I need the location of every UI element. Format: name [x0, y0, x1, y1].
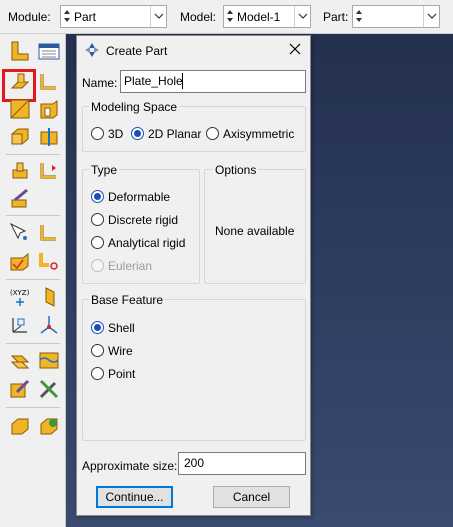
datum-xyz-icon[interactable]: (XYZ) — [7, 284, 33, 310]
chevron-down-icon[interactable] — [150, 6, 166, 27]
radio-3d-label: 3D — [108, 127, 124, 141]
chevron-down-icon[interactable] — [294, 6, 310, 27]
modeling-space-title: Modeling Space — [89, 100, 180, 114]
radio-circle[interactable] — [91, 127, 104, 140]
toolbox-separator — [6, 154, 60, 155]
part-label: Part: — [323, 10, 349, 24]
query-select-icon[interactable] — [7, 220, 33, 246]
edit-feature-icon[interactable] — [7, 186, 33, 212]
name-input[interactable]: Plate_Hole — [120, 70, 306, 93]
radio-circle[interactable] — [91, 236, 104, 249]
base-feature-title: Base Feature — [89, 293, 166, 307]
radio-circle[interactable] — [206, 127, 219, 140]
text-caret — [182, 73, 183, 89]
tools-icon[interactable] — [36, 376, 62, 402]
radio-3d[interactable]: 3D — [91, 126, 131, 142]
abaqus-icon — [85, 43, 99, 60]
radio-axisymmetric-label: Axisymmetric — [223, 127, 295, 141]
datum-point-icon[interactable] — [7, 158, 33, 184]
edit-icon[interactable] — [7, 376, 33, 402]
radio-circle-disabled — [91, 259, 104, 272]
shell-planar-icon[interactable] — [7, 96, 33, 122]
datum-axis-icon[interactable] — [36, 158, 62, 184]
model-spin-icon[interactable] — [226, 9, 234, 24]
virtual-topology-icon[interactable] — [36, 348, 62, 374]
dialog-title: Create Part — [106, 44, 168, 58]
module-value: Part — [74, 10, 97, 24]
radio-circle[interactable] — [91, 213, 104, 226]
options-title: Options — [213, 163, 259, 177]
radio-shell[interactable]: Shell — [91, 320, 191, 336]
toolbox: (XYZ) — [0, 34, 66, 527]
part-combo[interactable] — [352, 5, 440, 28]
part-spin-icon[interactable] — [355, 9, 363, 24]
radio-shell-label: Shell — [108, 321, 135, 335]
radio-analytical-rigid[interactable]: Analytical rigid — [91, 235, 196, 251]
radio-eulerian-label: Eulerian — [108, 259, 153, 273]
part-manager-icon[interactable] — [36, 38, 62, 64]
dialog-title-bar[interactable]: Create Part — [77, 36, 310, 64]
radio-wire[interactable]: Wire — [91, 343, 191, 359]
radio-circle-selected[interactable] — [91, 190, 104, 203]
solid-extrude-icon[interactable] — [7, 68, 33, 94]
create-wire-icon[interactable] — [36, 220, 62, 246]
radio-discrete-rigid-label: Discrete rigid — [108, 213, 179, 227]
approx-size-input[interactable]: 200 — [178, 452, 306, 475]
toolbox-separator — [6, 279, 60, 280]
toolbox-separator — [6, 215, 60, 216]
geometry-edit-icon[interactable] — [7, 412, 33, 438]
radio-analytical-rigid-label: Analytical rigid — [108, 236, 186, 250]
chevron-down-icon[interactable] — [423, 6, 439, 27]
radio-point[interactable]: Point — [91, 366, 191, 382]
toolbox-separator — [6, 343, 60, 344]
radio-deformable[interactable]: Deformable — [91, 189, 196, 205]
radio-axisymmetric[interactable]: Axisymmetric — [206, 126, 302, 142]
radio-discrete-rigid[interactable]: Discrete rigid — [91, 212, 196, 228]
create-part-dialog: Create Part Name: Plate_Hole Modeling Sp… — [76, 35, 311, 516]
cancel-button[interactable]: Cancel — [213, 486, 290, 508]
datum-axes-icon[interactable] — [36, 312, 62, 338]
module-spin-icon[interactable] — [63, 9, 71, 24]
context-bar: Module: Part Model: Model-1 Part: — [0, 0, 453, 34]
shell-extrude-icon[interactable] — [36, 96, 62, 122]
radio-point-label: Point — [108, 367, 136, 381]
solid-revolve-icon[interactable] — [36, 68, 62, 94]
svg-text:(XYZ): (XYZ) — [10, 289, 30, 297]
type-title: Type — [89, 163, 120, 177]
radio-circle-selected[interactable] — [131, 127, 144, 140]
radio-circle[interactable] — [91, 344, 104, 357]
radio-deformable-label: Deformable — [108, 190, 171, 204]
datum-csys-icon[interactable] — [7, 312, 33, 338]
name-label: Name: — [82, 76, 118, 90]
partition-icon[interactable] — [36, 124, 62, 150]
radio-eulerian: Eulerian — [91, 258, 196, 274]
cut-shape-icon[interactable] — [36, 248, 62, 274]
radio-circle[interactable] — [91, 367, 104, 380]
datum-plane-icon[interactable] — [36, 284, 62, 310]
radio-circle-selected[interactable] — [91, 321, 104, 334]
solid-cut-icon[interactable] — [7, 124, 33, 150]
radio-wire-label: Wire — [108, 344, 133, 358]
radio-2d-planar[interactable]: 2D Planar — [131, 126, 207, 142]
close-icon[interactable] — [288, 42, 302, 56]
continue-button[interactable]: Continue... — [96, 486, 173, 508]
assembly-tools-icon[interactable] — [36, 412, 62, 438]
create-part-icon[interactable] — [7, 38, 33, 64]
approx-size-label: Approximate size: — [82, 459, 178, 473]
model-label: Model: — [180, 10, 217, 24]
radio-2d-planar-label: 2D Planar — [148, 127, 202, 141]
options-none-text: None available — [215, 224, 295, 238]
model-value: Model-1 — [237, 10, 281, 24]
repair-icon[interactable] — [7, 348, 33, 374]
create-shell-icon[interactable] — [7, 248, 33, 274]
module-label: Module: — [8, 10, 51, 24]
toolbox-separator — [6, 407, 60, 408]
model-combo[interactable]: Model-1 — [223, 5, 311, 28]
module-combo[interactable]: Part — [60, 5, 167, 28]
